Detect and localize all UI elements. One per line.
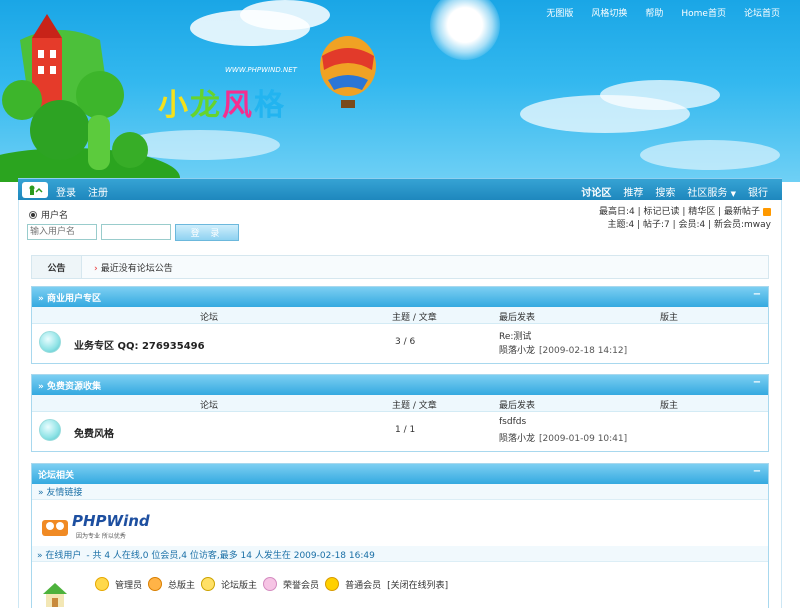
username-input[interactable] xyxy=(27,224,97,240)
close-online-list-link[interactable]: [关闭在线列表] xyxy=(387,578,448,591)
col-moderator: 版主 xyxy=(660,401,679,411)
legend-forum-moderator: 论坛版主 xyxy=(221,580,258,591)
toplink-home[interactable]: Home首页 xyxy=(681,6,726,19)
super-moderator-icon xyxy=(148,577,163,591)
col-moderator: 版主 xyxy=(660,313,679,323)
logo-url: WWW.PHPWIND.NET xyxy=(225,66,297,74)
site-logo: 小龙风格 xyxy=(158,88,286,123)
login-box: 用户名 登 录 xyxy=(27,208,239,241)
last-post-title[interactable]: Re:测试 xyxy=(499,329,531,342)
stats-line2: 主题:4 | 帖子:7 | 会员:4 | 新会员:mway xyxy=(607,220,771,230)
nav-community-services-label: 社区服务 xyxy=(687,188,728,199)
arrow-icon: › xyxy=(94,263,98,274)
forum-stats: 最高日:4 | 标记已读 | 精华区 | 最新帖子 主题:4 | 帖子:7 | … xyxy=(599,206,771,232)
online-users-label[interactable]: » 在线用户 xyxy=(37,548,81,561)
announcement-tag: 公告 xyxy=(32,256,82,278)
username-radio-label: 用户名 xyxy=(41,211,69,221)
col-forum: 论坛 xyxy=(200,401,219,411)
forum-status-icon xyxy=(39,419,61,441)
home-icon[interactable] xyxy=(22,182,48,198)
forum-name[interactable]: 业务专区 QQ: 276935496 xyxy=(74,337,205,352)
forum-count: 1 / 1 xyxy=(395,425,416,435)
category-title[interactable]: » 商业用户专区 xyxy=(38,291,101,304)
announcement-message: 最近没有论坛公告 xyxy=(100,263,173,274)
login-link[interactable]: 登录 xyxy=(56,184,76,199)
friend-links-header: » 友情链接 xyxy=(32,484,768,500)
column-headers: 论坛 主题 / 文章 最后发表 版主 xyxy=(32,395,768,412)
banner-art xyxy=(0,14,376,182)
online-users-count: - 共 4 人在线,0 位会员,4 位访客,最多 14 人发生在 2009-02… xyxy=(86,551,375,561)
forum-moderator-icon xyxy=(201,577,216,591)
phpwind-mascot-icon xyxy=(42,520,68,536)
collapse-icon[interactable]: − xyxy=(752,467,762,478)
nav-search[interactable]: 搜索 xyxy=(655,184,675,199)
legend-honor-member: 荣誉会员 xyxy=(283,580,320,591)
category-title[interactable]: » 免费资源收集 xyxy=(38,379,101,392)
last-post-author-line: 陨落小龙 [2009-02-18 14:12] xyxy=(499,343,627,356)
username-radio[interactable] xyxy=(29,210,37,219)
forum-category-free: » 免费资源收集 − 论坛 主题 / 文章 最后发表 版主 免费风格 1 / 1… xyxy=(31,374,769,452)
announcement-text: › 最近没有论坛公告 xyxy=(94,261,173,274)
forum-count: 3 / 6 xyxy=(395,337,416,347)
login-button[interactable]: 登 录 xyxy=(175,224,239,241)
toplink-style-switch[interactable]: 风格切换 xyxy=(591,6,627,19)
last-post-author-line: 陨落小龙 [2009-01-09 10:41] xyxy=(499,431,627,444)
col-topics: 主题 / 文章 xyxy=(392,313,437,323)
toplink-forum-home[interactable]: 论坛首页 xyxy=(744,6,780,19)
nav-discussion[interactable]: 讨论区 xyxy=(581,184,611,199)
admin-icon xyxy=(95,577,109,591)
last-post-title[interactable]: fsdfds xyxy=(499,417,526,427)
phpwind-logo[interactable]: PHPWind 因为专业 所以优秀 xyxy=(40,512,152,542)
rss-icon[interactable] xyxy=(763,207,771,216)
nav-recommend[interactable]: 推荐 xyxy=(623,184,643,199)
top-links: 无图版 风格切换 帮助 Home首页 论坛首页 xyxy=(546,6,780,19)
nav-bank[interactable]: 银行 xyxy=(748,184,768,199)
stats-line1[interactable]: 最高日:4 | 标记已读 | 精华区 | 最新帖子 xyxy=(599,207,760,217)
collapse-icon[interactable]: − xyxy=(752,378,762,389)
nav-community-services[interactable]: 社区服务 ▼ xyxy=(687,184,736,199)
toplink-help[interactable]: 帮助 xyxy=(645,6,663,19)
regular-member-icon xyxy=(325,577,340,591)
main-content: 用户名 登 录 最高日:4 | 标记已读 | 精华区 | 最新帖子 主题:4 |… xyxy=(18,200,782,608)
legend-super-moderator: 总版主 xyxy=(168,580,196,591)
legend-regular-member: 普通会员 xyxy=(345,580,382,591)
col-forum: 论坛 xyxy=(200,313,219,323)
forum-category-business: » 商业用户专区 − 论坛 主题 / 文章 最后发表 版主 业务专区 QQ: 2… xyxy=(31,286,769,364)
phpwind-slogan: 因为专业 所以优秀 xyxy=(76,533,126,540)
toplink-text-only[interactable]: 无图版 xyxy=(546,6,573,19)
phpwind-logo-text: PHPWind xyxy=(72,512,150,530)
col-topics: 主题 / 文章 xyxy=(392,401,437,411)
last-post-author[interactable]: 陨落小龙 xyxy=(499,434,535,444)
col-last-post: 最后发表 xyxy=(499,313,536,323)
password-input[interactable] xyxy=(101,224,171,240)
chevron-down-icon: ▼ xyxy=(730,190,736,198)
user-legend: 管理员 总版主 论坛版主 荣誉会员 普通会员 [关闭在线列表] xyxy=(95,577,448,591)
forum-row: 免费风格 1 / 1 fsdfds 陨落小龙 [2009-01-09 10:41] xyxy=(32,412,768,449)
register-link[interactable]: 注册 xyxy=(88,184,108,199)
column-headers: 论坛 主题 / 文章 最后发表 版主 xyxy=(32,307,768,324)
banner: 小龙风格 WWW.PHPWIND.NET 无图版 风格切换 帮助 Home首页 … xyxy=(0,0,800,182)
honor-member-icon xyxy=(263,577,278,591)
online-users-line: » 在线用户 - 共 4 人在线,0 位会员,4 位访客,最多 14 人发生在 … xyxy=(37,548,375,561)
related-title: 论坛相关 xyxy=(38,470,75,481)
last-post-date: [2009-02-18 14:12] xyxy=(539,346,628,356)
collapse-icon[interactable]: − xyxy=(752,290,762,301)
last-post-date: [2009-01-09 10:41] xyxy=(539,434,628,444)
announcement-bar: 公告 › 最近没有论坛公告 xyxy=(31,255,769,279)
legend-admin: 管理员 xyxy=(115,580,143,591)
forum-status-icon xyxy=(39,331,61,353)
nav-bar: 登录 注册 讨论区 推荐 搜索 社区服务 ▼ 银行 xyxy=(18,178,782,200)
forum-name[interactable]: 免费风格 xyxy=(74,425,114,440)
col-last-post: 最后发表 xyxy=(499,401,536,411)
last-post-author[interactable]: 陨落小龙 xyxy=(499,346,535,356)
house-icon xyxy=(41,580,69,608)
forum-row: 业务专区 QQ: 276935496 3 / 6 Re:测试 陨落小龙 [2009… xyxy=(32,324,768,361)
